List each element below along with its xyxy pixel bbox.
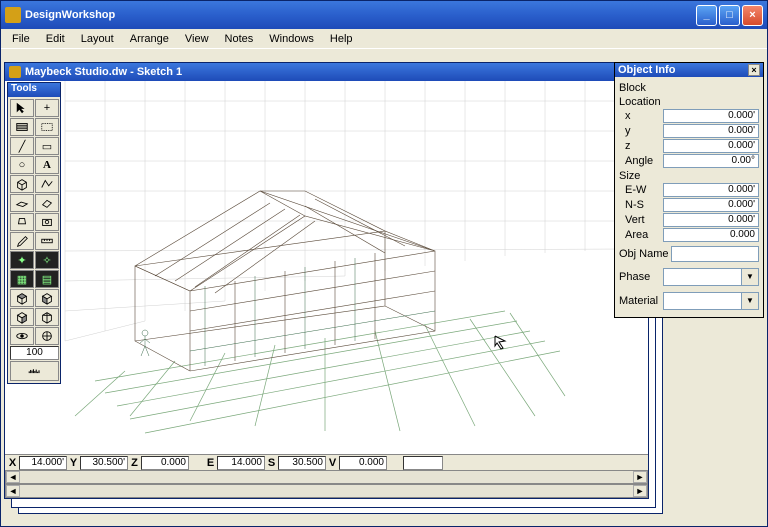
app-window: DesignWorkshop _ □ × File Edit Layout Ar… bbox=[0, 0, 768, 527]
menu-notes[interactable]: Notes bbox=[218, 31, 261, 47]
objinfo-vert-value[interactable]: 0.000' bbox=[663, 213, 759, 227]
coord-s-value[interactable]: 30.500 bbox=[278, 456, 326, 470]
minimize-button[interactable]: _ bbox=[696, 5, 717, 26]
doc-titlebar[interactable]: Maybeck Studio.dw - Sketch 1 _ □ bbox=[5, 63, 648, 81]
menu-arrange[interactable]: Arrange bbox=[123, 31, 176, 47]
coord-x-label: X bbox=[7, 457, 18, 469]
coord-e-value[interactable]: 14.000 bbox=[217, 456, 265, 470]
menu-view[interactable]: View bbox=[178, 31, 216, 47]
h-scrollbar-2[interactable]: ◄► bbox=[5, 484, 648, 498]
menubar: File Edit Layout Arrange View Notes Wind… bbox=[1, 29, 767, 49]
tool-eyedropper[interactable] bbox=[10, 232, 34, 250]
objinfo-ns-label: N-S bbox=[619, 199, 663, 211]
coord-v-value[interactable]: 0.000 bbox=[339, 456, 387, 470]
tool-text[interactable]: A bbox=[35, 156, 59, 174]
tool-box3d[interactable] bbox=[10, 175, 34, 193]
objinfo-area-label: Area bbox=[619, 229, 663, 241]
objinfo-angle-label: Angle bbox=[619, 155, 663, 167]
objinfo-objname-input[interactable] bbox=[671, 246, 759, 262]
coord-y-label: Y bbox=[68, 457, 79, 469]
tool-crosshair[interactable]: + bbox=[35, 99, 59, 117]
objinfo-x-label: x bbox=[619, 110, 663, 122]
objinfo-area-value[interactable]: 0.000 bbox=[663, 228, 759, 242]
tool-pointer[interactable] bbox=[10, 99, 34, 117]
objinfo-y-value[interactable]: 0.000' bbox=[663, 124, 759, 138]
tools-panel[interactable]: Tools + ╱ ▭ ○ A ✦ ✧ ▦ bbox=[7, 82, 61, 384]
maximize-button[interactable]: □ bbox=[719, 5, 740, 26]
objinfo-z-label: z bbox=[619, 140, 663, 152]
tool-cube-split[interactable] bbox=[35, 308, 59, 326]
tool-cube-face1[interactable] bbox=[10, 289, 34, 307]
tool-cube-face2[interactable] bbox=[35, 289, 59, 307]
coord-z-value[interactable]: 0.000 bbox=[141, 456, 189, 470]
tool-polyshape[interactable] bbox=[35, 175, 59, 193]
document-window: Maybeck Studio.dw - Sketch 1 _ □ bbox=[4, 62, 649, 499]
tool-view-top[interactable]: ▦ bbox=[10, 270, 34, 288]
tool-view-front[interactable]: ▤ bbox=[35, 270, 59, 288]
tool-line[interactable]: ╱ bbox=[10, 137, 34, 155]
tool-circle[interactable]: ○ bbox=[10, 156, 34, 174]
menu-help[interactable]: Help bbox=[323, 31, 360, 47]
objinfo-title: Object Info bbox=[618, 64, 748, 76]
tools-title: Tools bbox=[8, 83, 60, 97]
tool-compass-icon[interactable] bbox=[35, 327, 59, 345]
tool-number-display: 100 bbox=[10, 346, 59, 360]
wireframe-drawing bbox=[5, 81, 648, 454]
titlebar[interactable]: DesignWorkshop _ □ × bbox=[1, 1, 767, 29]
tool-view-iso1[interactable]: ✦ bbox=[10, 251, 34, 269]
coordinate-bar: X 14.000' Y 30.500' Z 0.000 E 14.000 S 3… bbox=[5, 454, 648, 470]
coord-x-value[interactable]: 14.000' bbox=[19, 456, 67, 470]
coord-extra-value[interactable] bbox=[403, 456, 443, 470]
coord-y-value[interactable]: 30.500' bbox=[80, 456, 128, 470]
menu-file[interactable]: File bbox=[5, 31, 37, 47]
tool-bucket[interactable] bbox=[10, 213, 34, 231]
app-icon bbox=[5, 7, 21, 23]
objinfo-phase-label: Phase bbox=[619, 271, 663, 283]
tool-histogram[interactable] bbox=[10, 361, 59, 381]
objinfo-ns-value[interactable]: 0.000' bbox=[663, 198, 759, 212]
objinfo-y-label: y bbox=[619, 125, 663, 137]
objinfo-vert-label: Vert bbox=[619, 214, 663, 226]
viewport-3d[interactable] bbox=[5, 81, 648, 454]
coord-s-label: S bbox=[266, 457, 277, 469]
doc-icon bbox=[9, 66, 21, 78]
objinfo-phase-combo[interactable] bbox=[663, 268, 759, 286]
tool-eye-icon[interactable] bbox=[10, 327, 34, 345]
coord-e-label: E bbox=[205, 457, 216, 469]
objinfo-location-label: Location bbox=[619, 96, 759, 108]
tool-camera[interactable] bbox=[35, 213, 59, 231]
tool-view-iso2[interactable]: ✧ bbox=[35, 251, 59, 269]
menu-layout[interactable]: Layout bbox=[74, 31, 121, 47]
objinfo-close-button[interactable]: × bbox=[748, 64, 760, 76]
objinfo-x-value[interactable]: 0.000' bbox=[663, 109, 759, 123]
client-area: Maybeck Studio.dw - Sketch 1 _ □ bbox=[4, 50, 764, 523]
app-title: DesignWorkshop bbox=[25, 9, 696, 21]
objinfo-ew-value[interactable]: 0.000' bbox=[663, 183, 759, 197]
tool-ruler[interactable] bbox=[35, 232, 59, 250]
objinfo-z-value[interactable]: 0.000' bbox=[663, 139, 759, 153]
coord-z-label: Z bbox=[129, 457, 140, 469]
scroll-area: ◄► ◄► bbox=[5, 470, 648, 498]
coord-v-label: V bbox=[327, 457, 338, 469]
objinfo-objname-label: Obj Name bbox=[619, 248, 671, 260]
objinfo-size-label: Size bbox=[619, 170, 759, 182]
doc-title: Maybeck Studio.dw - Sketch 1 bbox=[25, 66, 615, 78]
menu-windows[interactable]: Windows bbox=[262, 31, 321, 47]
close-button[interactable]: × bbox=[742, 5, 763, 26]
tool-eraser[interactable] bbox=[35, 194, 59, 212]
tool-cube-face3[interactable] bbox=[10, 308, 34, 326]
menu-edit[interactable]: Edit bbox=[39, 31, 72, 47]
objinfo-material-label: Material bbox=[619, 295, 663, 307]
objinfo-block-label: Block bbox=[619, 82, 759, 94]
tool-hatch-dense[interactable] bbox=[10, 118, 34, 136]
h-scrollbar-1[interactable]: ◄► bbox=[5, 470, 648, 484]
tool-hatch-dots[interactable] bbox=[35, 118, 59, 136]
objinfo-ew-label: E-W bbox=[619, 184, 663, 196]
objinfo-material-combo[interactable] bbox=[663, 292, 759, 310]
objinfo-angle-value[interactable]: 0.00° bbox=[663, 154, 759, 168]
object-info-panel[interactable]: Object Info × Block Location x0.000' y0.… bbox=[614, 62, 764, 318]
tool-slab[interactable] bbox=[10, 194, 34, 212]
tool-rectangle[interactable]: ▭ bbox=[35, 137, 59, 155]
